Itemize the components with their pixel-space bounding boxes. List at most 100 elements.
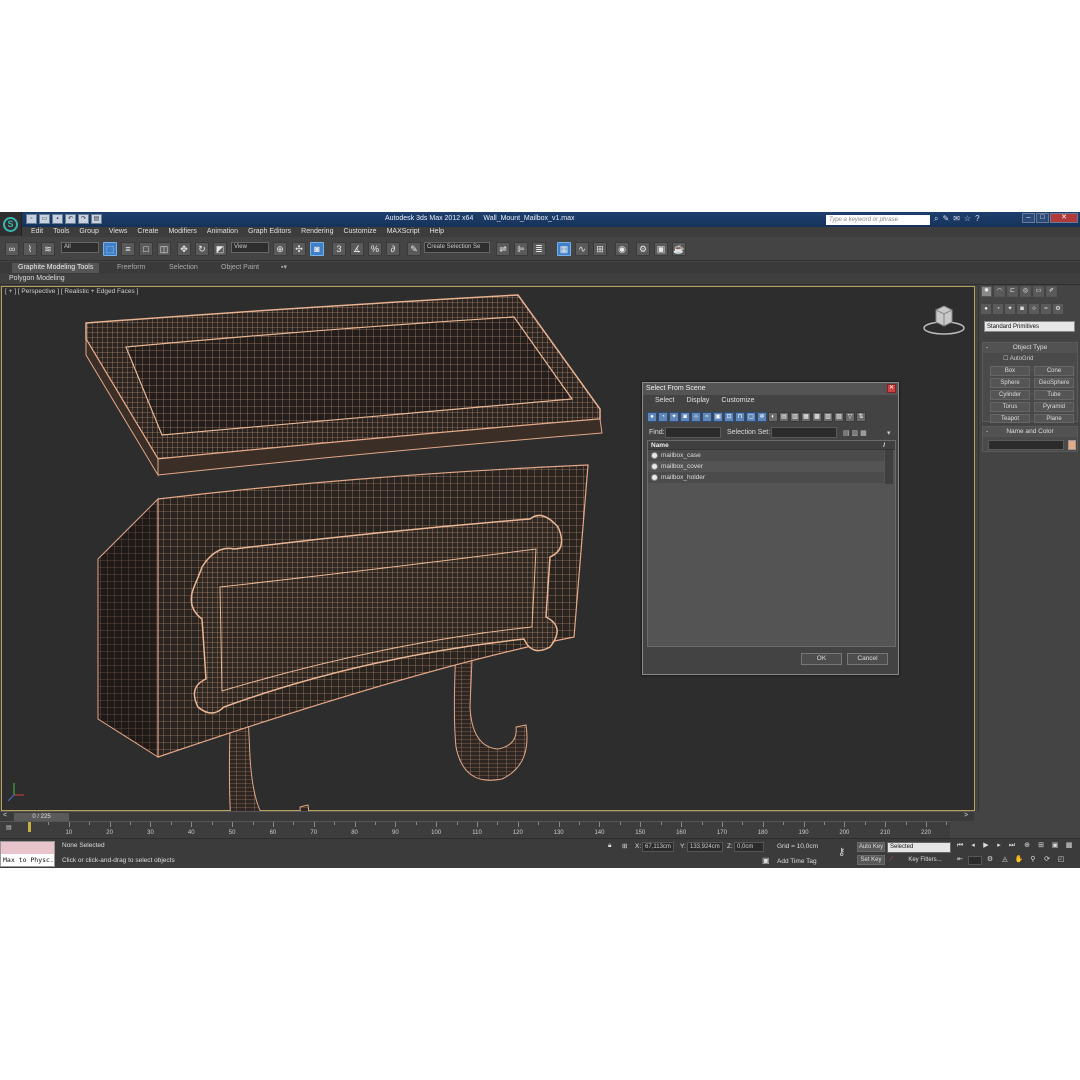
snaps-toggle-icon[interactable]: 3 bbox=[332, 242, 346, 256]
dialog-close-button[interactable]: ✕ bbox=[887, 384, 896, 393]
category-dropdown[interactable]: Standard Primitives bbox=[984, 321, 1075, 332]
selection-set-dropdown[interactable] bbox=[771, 427, 837, 438]
display-lights-icon[interactable]: ✦ bbox=[669, 412, 679, 422]
menu-help[interactable]: Help bbox=[425, 227, 449, 237]
menu-customize[interactable]: Customize bbox=[338, 227, 381, 237]
display-groups-icon[interactable]: ▣ bbox=[713, 412, 723, 422]
display-containers-icon[interactable]: ▢ bbox=[746, 412, 756, 422]
window-crossing-icon[interactable]: ◫ bbox=[157, 242, 171, 256]
orbit-icon[interactable]: ⟳ bbox=[1042, 855, 1052, 865]
time-slider[interactable]: < 0 / 225 > bbox=[0, 811, 974, 821]
autogrid-checkbox[interactable]: ☐ AutoGrid bbox=[1003, 355, 1033, 362]
named-selection-dropdown[interactable]: Create Selection Se bbox=[424, 242, 490, 253]
percent-snap-icon[interactable]: % bbox=[368, 242, 382, 256]
maximize-viewport-icon[interactable]: ◰ bbox=[1056, 855, 1066, 865]
tab-object-paint[interactable]: Object Paint bbox=[221, 263, 259, 273]
display-invert-icon[interactable]: ▦ bbox=[801, 412, 811, 422]
align-icon[interactable]: ⊫ bbox=[514, 242, 528, 256]
plane-button[interactable]: Plane bbox=[1034, 414, 1074, 423]
help-icon[interactable]: ? bbox=[975, 214, 979, 224]
tube-button[interactable]: Tube bbox=[1034, 390, 1074, 400]
time-config-icon[interactable]: ⚙ bbox=[985, 855, 995, 865]
goto-start-icon[interactable]: ⏮ bbox=[955, 841, 965, 851]
panel-options-icon[interactable]: ▾ bbox=[887, 429, 891, 437]
auto-key-mode-dropdown[interactable]: Selected bbox=[887, 842, 951, 853]
display-none-icon[interactable]: ▥ bbox=[790, 412, 800, 422]
list-item[interactable]: mailbox_holder bbox=[648, 472, 884, 483]
name-and-color-header[interactable]: Name and Color bbox=[983, 427, 1077, 437]
menu-views[interactable]: Views bbox=[104, 227, 133, 237]
display-hidden-icon[interactable]: ◐ bbox=[768, 412, 778, 422]
find-input[interactable] bbox=[665, 427, 721, 438]
time-slider-thumb[interactable]: 0 / 225 bbox=[14, 813, 69, 821]
open-file-icon[interactable]: ▭ bbox=[39, 214, 50, 224]
subscription-icon[interactable]: ✎ bbox=[942, 214, 949, 224]
graphite-toggle-icon[interactable]: ▦ bbox=[557, 242, 571, 256]
y-coordinate-field[interactable]: 133,924cm bbox=[687, 842, 723, 852]
project-folder-icon[interactable]: ▤ bbox=[91, 214, 102, 224]
add-time-tag[interactable]: Add Time Tag bbox=[777, 858, 817, 865]
filter-icon[interactable]: ▽ bbox=[845, 412, 855, 422]
dialog-menu-customize[interactable]: Customize bbox=[715, 395, 760, 407]
edit-named-sel-icon[interactable]: ✎ bbox=[407, 242, 421, 256]
angle-snap-icon[interactable]: ∡ bbox=[350, 242, 364, 256]
set-key-button[interactable]: Set Key bbox=[857, 855, 885, 865]
save-file-icon[interactable]: ▪ bbox=[52, 214, 63, 224]
lights-icon[interactable]: ✦ bbox=[1005, 304, 1015, 314]
ok-button[interactable]: OK bbox=[801, 653, 842, 665]
select-object-icon[interactable]: ⬚ bbox=[103, 242, 117, 256]
systems-icon[interactable]: ⚙ bbox=[1053, 304, 1063, 314]
key-filter-icon[interactable]: ⟋ bbox=[889, 856, 894, 864]
next-frame-icon[interactable]: > bbox=[964, 812, 968, 819]
list-item[interactable]: mailbox_cover bbox=[648, 461, 884, 472]
maximize-button[interactable]: □ bbox=[1036, 213, 1049, 223]
pan-view-icon[interactable]: ✋ bbox=[1014, 855, 1024, 865]
object-color-swatch[interactable] bbox=[1068, 440, 1076, 450]
goto-end-icon[interactable]: ⏭ bbox=[1007, 841, 1017, 851]
menu-edit[interactable]: Edit bbox=[26, 227, 48, 237]
next-key-icon[interactable]: ▸ bbox=[994, 841, 1004, 851]
display-tab-icon[interactable]: ▭ bbox=[1033, 286, 1044, 297]
ribbon-options-icon[interactable]: ▪▾ bbox=[281, 263, 287, 273]
binoculars-icon[interactable]: ⌕ bbox=[934, 214, 938, 224]
lock-selection-icon[interactable]: 🔒︎ bbox=[608, 842, 611, 850]
spacewarps-icon[interactable]: ≈ bbox=[1041, 304, 1051, 314]
field-of-view-icon[interactable]: ◬ bbox=[1000, 855, 1010, 865]
zoom-icon[interactable]: ⊕ bbox=[1022, 841, 1032, 851]
current-frame-field[interactable] bbox=[968, 856, 982, 865]
mirror-icon[interactable]: ⇌ bbox=[496, 242, 510, 256]
rect-selection-icon[interactable]: □ bbox=[139, 242, 153, 256]
tab-selection[interactable]: Selection bbox=[169, 263, 198, 273]
keyword-search-input[interactable]: Type a keyword or phrase bbox=[826, 215, 930, 225]
play-icon[interactable]: ▶ bbox=[981, 841, 991, 851]
display-geometry-icon[interactable]: ● bbox=[647, 412, 657, 422]
rotate-icon[interactable]: ↻ bbox=[195, 242, 209, 256]
bind-space-warp-icon[interactable]: ≋ bbox=[41, 242, 55, 256]
auto-key-button[interactable]: Auto Key bbox=[857, 842, 885, 852]
display-xrefs-icon[interactable]: ⊡ bbox=[724, 412, 734, 422]
pyramid-button[interactable]: Pyramid bbox=[1034, 402, 1074, 412]
display-helpers-icon[interactable]: ⊹ bbox=[691, 412, 701, 422]
menu-create[interactable]: Create bbox=[132, 227, 163, 237]
object-name-input[interactable] bbox=[988, 440, 1064, 450]
helpers-icon[interactable]: ⊹ bbox=[1029, 304, 1039, 314]
menu-maxscript[interactable]: MAXScript bbox=[382, 227, 425, 237]
name-column-header[interactable]: Name / bbox=[648, 441, 895, 450]
favorites-star-icon[interactable]: ☆ bbox=[964, 214, 971, 224]
maxscript-listener[interactable]: Max to Physc. bbox=[0, 841, 55, 867]
selection-set-tools-icon[interactable]: ▤ ▥ ▦ bbox=[843, 429, 867, 437]
sync-selection-icon[interactable]: ⇅ bbox=[856, 412, 866, 422]
key-filters-button[interactable]: Key Filters... bbox=[900, 855, 950, 865]
zoom-extents-all-icon[interactable]: ▩ bbox=[1064, 841, 1074, 851]
menu-modifiers[interactable]: Modifiers bbox=[163, 227, 201, 237]
geometry-icon[interactable]: ● bbox=[981, 304, 991, 314]
redo-icon[interactable]: ↷ bbox=[78, 214, 89, 224]
move-icon[interactable]: ✥ bbox=[177, 242, 191, 256]
absolute-mode-icon[interactable]: ⊞ bbox=[622, 842, 627, 850]
track-bar[interactable]: ▤ 10 20 30 40 50 60 70 80 90 100 110 120 130 140 150 16… bbox=[0, 821, 950, 838]
unlink-icon[interactable]: ⌇ bbox=[23, 242, 37, 256]
material-editor-icon[interactable]: ◉ bbox=[615, 242, 629, 256]
prev-frame-icon[interactable]: < bbox=[3, 812, 7, 819]
utilities-tab-icon[interactable]: ✐ bbox=[1046, 286, 1057, 297]
application-button[interactable]: S bbox=[0, 212, 22, 236]
